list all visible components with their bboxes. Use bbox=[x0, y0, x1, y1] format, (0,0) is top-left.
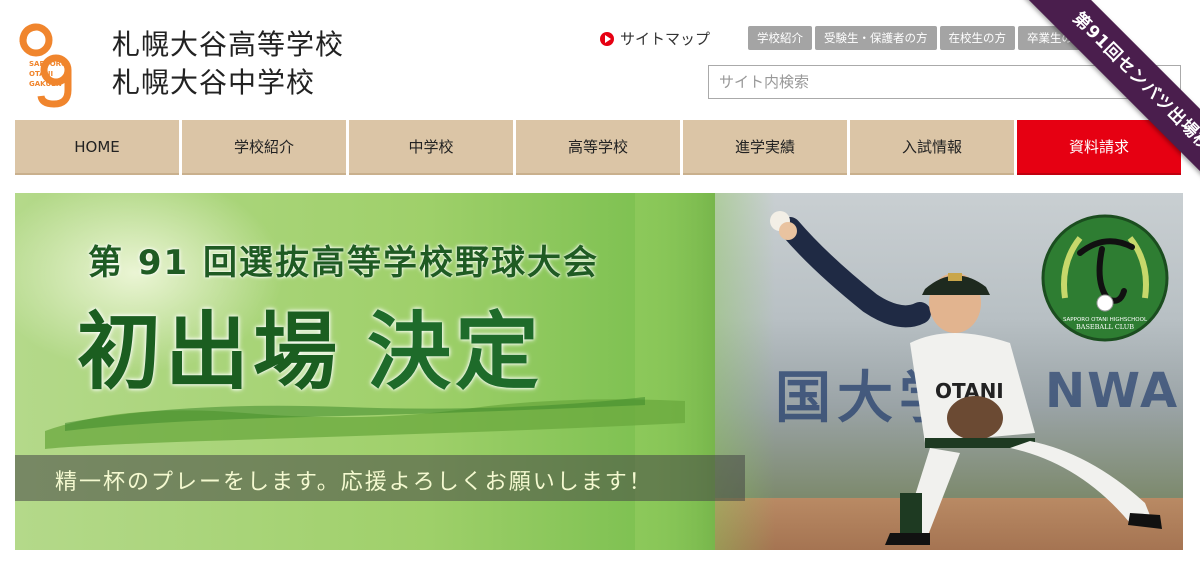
logo-text-sapporo: SAPPORO bbox=[29, 60, 67, 68]
sitemap-label: サイトマップ bbox=[620, 30, 711, 48]
nav-high-school[interactable]: 高等学校 bbox=[516, 120, 680, 175]
quick-links: 学校紹介 受験生・保護者の方 在校生の方 卒業生の方 bbox=[748, 26, 1097, 50]
tournament-title: 第 91 回選抜高等学校野球大会 bbox=[88, 243, 599, 283]
play-arrow-icon bbox=[600, 31, 614, 46]
nav-admissions[interactable]: 入試情報 bbox=[850, 120, 1014, 175]
logo-text-otani: OTANI bbox=[29, 70, 53, 78]
nav-junior-high[interactable]: 中学校 bbox=[349, 120, 513, 175]
sitemap-link[interactable]: サイトマップ bbox=[600, 28, 710, 49]
nav-school-intro[interactable]: 学校紹介 bbox=[182, 120, 346, 175]
quick-link-students[interactable]: 在校生の方 bbox=[939, 26, 1015, 50]
school-logo[interactable]: SAPPORO OTANI GAKUEN bbox=[14, 20, 94, 110]
school-name-junior: 札幌大谷中学校 bbox=[112, 66, 316, 99]
search-input[interactable] bbox=[709, 66, 1136, 98]
nav-home[interactable]: HOME bbox=[15, 120, 179, 175]
emblem-text-bottom: BASEBALL CLUB bbox=[1076, 323, 1134, 331]
main-nav: HOME 学校紹介 中学校 高等学校 進学実績 入試情報 資料請求 bbox=[15, 120, 1184, 175]
quick-link-applicants[interactable]: 受験生・保護者の方 bbox=[815, 26, 937, 50]
logo-text-gakuen: GAKUEN bbox=[29, 80, 62, 88]
banner-message: 精一杯のプレーをします。応援よろしくお願いします！ bbox=[55, 470, 653, 495]
brush-stroke-decoration bbox=[45, 397, 685, 449]
baseball-club-emblem: SAPPORO OTANI HIGHSCHOOL BASEBALL CLUB bbox=[1041, 214, 1169, 342]
hero-banner[interactable]: 国大学 NWA 第 91 回選抜高等学校野球大会 初出場 決定 精一杯のプレーをし… bbox=[15, 193, 1183, 550]
school-names[interactable]: 札幌大谷高等学校 札幌大谷中学校 bbox=[112, 26, 344, 102]
school-name-high: 札幌大谷高等学校 bbox=[112, 28, 345, 61]
quick-link-school-intro[interactable]: 学校紹介 bbox=[748, 26, 812, 50]
nav-results[interactable]: 進学実績 bbox=[683, 120, 847, 175]
